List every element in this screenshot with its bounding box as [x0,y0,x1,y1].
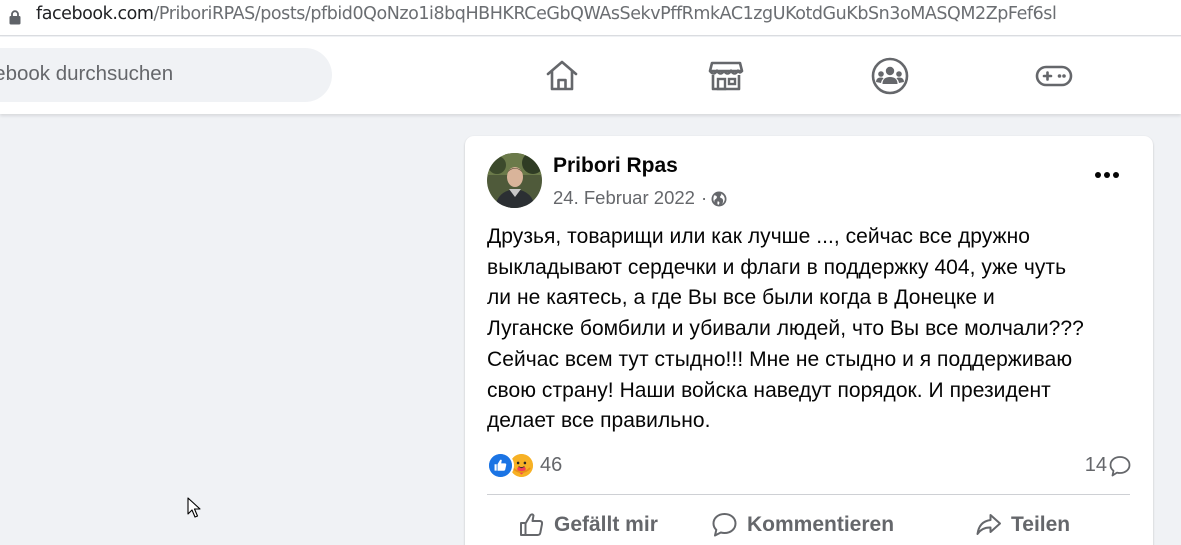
like-button[interactable]: Gefällt mir [518,511,658,538]
post-message: Друзья, товарищи или как лучше ..., сейч… [487,222,1137,437]
message-line: Луганске бомбили и убивали людей, что Вы… [487,317,1084,341]
message-line: свою страну! Наши войска наведут порядок… [487,378,1051,402]
browser-address-bar[interactable]: facebook.com/PriboriRPAS/posts/pfbid0QoN… [0,0,1181,36]
gaming-icon[interactable] [1034,56,1074,96]
share-icon [976,514,1001,535]
share-button[interactable]: Teilen [975,511,1070,538]
more-options-icon[interactable] [1093,169,1121,181]
thumbs-up-icon [520,513,544,536]
search-box[interactable]: Facebook durchsuchen [0,48,332,102]
comment-button-label: Kommentieren [747,512,895,536]
avatar[interactable] [487,153,542,208]
url-path: /PriboriRPAS/posts/pfbid0QoNzo1i8bqHBHKR… [153,4,1057,24]
reactions-summary[interactable]: 46 [487,452,562,479]
comment-count: 14 [1084,454,1107,476]
search-input[interactable]: Facebook durchsuchen [0,62,173,86]
mouse-cursor-icon [187,497,201,518]
home-icon[interactable] [542,56,582,96]
avatar-photo [487,153,542,208]
globe-icon [711,191,727,207]
marketplace-icon[interactable] [706,56,746,96]
message-line: выкладывают сердечки и флаги в поддержку… [487,255,1067,279]
like-button-label: Gefällt mir [554,512,658,536]
lock-icon [9,10,21,25]
comment-button[interactable]: Kommentieren [711,511,894,538]
message-line: делает все правильно. [487,409,711,433]
url-text[interactable]: facebook.com/PriboriRPAS/posts/pfbid0QoN… [36,4,1057,24]
post-meta: 24. Februar 2022 · [553,187,727,209]
meta-separator: · [700,187,708,208]
like-reaction-icon [487,452,514,479]
comment-count-link[interactable]: 14 [1085,454,1131,477]
reaction-count: 46 [540,454,563,476]
comment-icon [712,513,737,537]
message-line: ли не каятесь, а где Вы все были когда в… [487,286,995,310]
url-domain: facebook.com [36,4,154,24]
post-date[interactable]: 24. Februar 2022 [553,187,695,209]
message-line: Друзья, товарищи или как лучше ..., сейч… [487,225,1031,248]
facebook-header: Facebook durchsuchen [0,37,1181,114]
post-card: Pribori Rpas 24. Februar 2022 · Друзья, … [465,136,1153,545]
post-author[interactable]: Pribori Rpas [553,154,678,178]
action-divider [487,494,1130,495]
message-line: Сейчас всем тут стыдно!!! Мне не стыдно … [487,347,1073,371]
comment-bubble-icon [1109,455,1131,476]
groups-icon[interactable] [870,56,910,96]
share-button-label: Teilen [1011,512,1071,536]
